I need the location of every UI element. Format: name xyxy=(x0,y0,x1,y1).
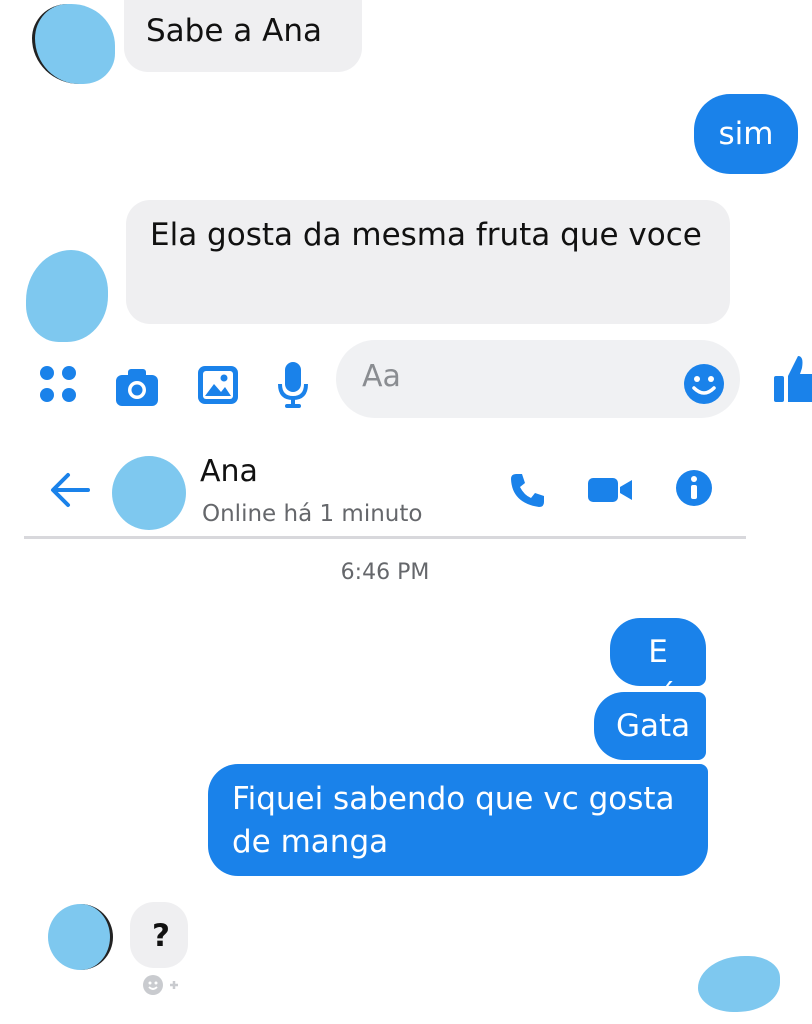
message-bubble-outgoing: Fiquei sabendo que vc gosta de manga xyxy=(208,764,708,876)
emoji-icon[interactable] xyxy=(682,362,726,406)
message-bubble-outgoing: E aí xyxy=(610,618,706,714)
info-icon[interactable] xyxy=(674,468,714,508)
more-dots-icon[interactable] xyxy=(40,366,76,402)
contact-avatar xyxy=(32,4,115,84)
contact-name[interactable]: Ana xyxy=(200,452,258,492)
image-icon[interactable] xyxy=(196,364,240,406)
phone-icon[interactable] xyxy=(508,470,548,510)
online-status: Online há 1 minuto xyxy=(202,501,423,527)
like-thumb-icon[interactable] xyxy=(772,352,812,404)
header-divider xyxy=(24,536,746,539)
contact-avatar[interactable] xyxy=(112,456,186,530)
message-bubble-incoming: Sabe a Ana xyxy=(124,0,362,72)
back-arrow-icon[interactable] xyxy=(48,470,92,510)
message-bubble-incoming: ? xyxy=(130,902,188,968)
video-camera-icon[interactable] xyxy=(586,474,634,506)
microphone-icon[interactable] xyxy=(276,360,310,410)
camera-icon[interactable] xyxy=(114,366,160,408)
timestamp: 6:46 PM xyxy=(340,560,430,585)
contact-avatar xyxy=(48,904,113,970)
message-bubble-outgoing: sim xyxy=(694,94,798,174)
message-bubble-incoming: Ela gosta da mesma fruta que voce xyxy=(126,200,730,324)
read-receipt-avatar xyxy=(698,956,780,1012)
message-bubble-outgoing: Gata xyxy=(594,692,706,760)
add-reaction-icon[interactable] xyxy=(140,972,182,998)
message-input[interactable]: Aa xyxy=(336,340,740,418)
